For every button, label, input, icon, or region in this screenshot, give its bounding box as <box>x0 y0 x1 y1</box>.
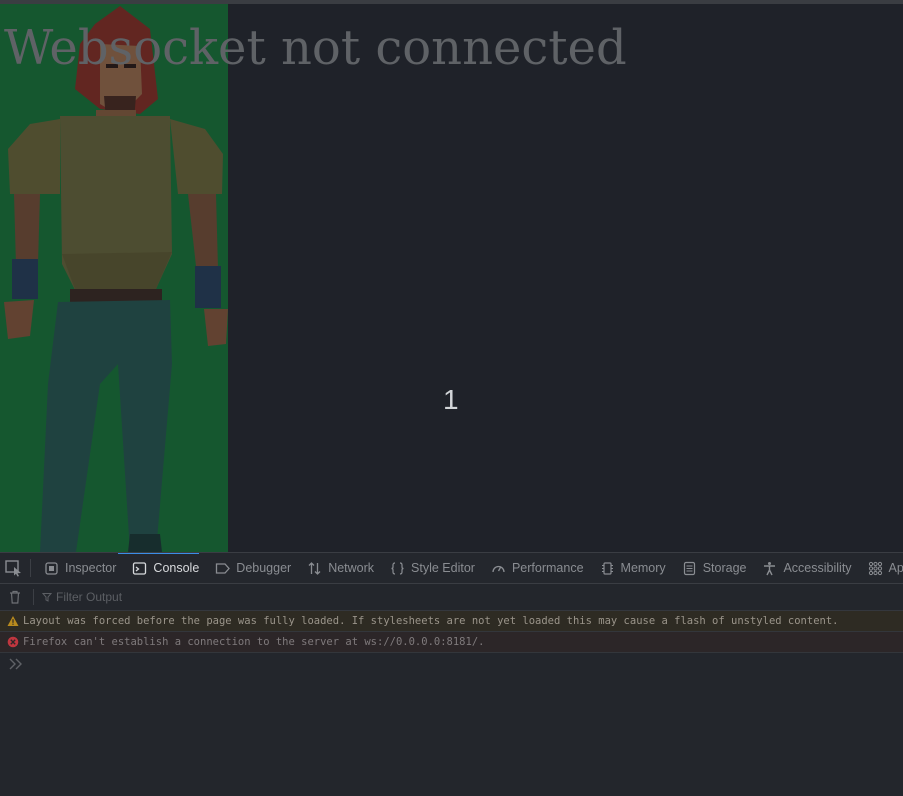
tab-label: Style Editor <box>411 561 475 575</box>
tab-label: Inspector <box>65 561 117 575</box>
tab-label: Storage <box>702 561 747 575</box>
console-messages: Layout was forced before the page was fu… <box>0 611 903 653</box>
tab-label: Accessibility <box>783 561 852 575</box>
devtools-toolbar: Inspector Console Debugger Network Style… <box>0 552 903 584</box>
tab-accessibility[interactable]: Accessibility <box>754 553 859 583</box>
inspector-icon <box>45 561 58 575</box>
network-icon <box>308 561 321 575</box>
storage-icon <box>683 561 695 575</box>
filter-icon <box>42 593 52 602</box>
character-model-image <box>4 6 228 552</box>
console-prompt-chevron-icon[interactable] <box>8 656 28 672</box>
error-icon <box>7 636 19 648</box>
counter-text: 1 <box>443 384 459 415</box>
filter-separator <box>33 589 34 605</box>
tab-label: Console <box>153 561 200 575</box>
message-text: Firefox can't establish a connection to … <box>23 636 485 648</box>
style-editor-icon <box>391 561 404 575</box>
tab-console[interactable]: Console <box>118 553 207 583</box>
console-message-warning[interactable]: Layout was forced before the page was fu… <box>0 611 903 632</box>
memory-icon <box>601 561 613 575</box>
tab-label: Ap <box>888 561 903 575</box>
more-tools-icon <box>868 561 882 575</box>
console-message-error[interactable]: Firefox can't establish a connection to … <box>0 632 903 653</box>
tab-label: Memory <box>620 561 666 575</box>
tab-performance[interactable]: Performance <box>483 553 592 583</box>
devtools-panel: Inspector Console Debugger Network Style… <box>0 552 903 796</box>
trash-icon[interactable] <box>7 589 23 605</box>
tab-storage[interactable]: Storage <box>674 553 755 583</box>
console-filter-bar <box>0 584 903 611</box>
game-canvas[interactable] <box>0 4 228 552</box>
toolbar-separator <box>30 559 31 577</box>
warning-icon <box>7 616 19 626</box>
tab-label: Network <box>328 561 375 575</box>
message-text: Layout was forced before the page was fu… <box>23 615 839 627</box>
element-picker-icon[interactable] <box>4 559 24 577</box>
tab-label: Performance <box>511 561 584 575</box>
tab-application[interactable]: Ap <box>860 553 903 583</box>
debugger-icon <box>216 562 231 574</box>
tab-debugger[interactable]: Debugger <box>207 553 299 583</box>
accessibility-icon <box>764 561 776 575</box>
tab-style-editor[interactable]: Style Editor <box>382 553 483 583</box>
devtools-tab-list: Inspector Console Debugger Network Style… <box>36 553 903 583</box>
console-icon <box>133 561 147 575</box>
performance-icon <box>492 565 505 572</box>
websocket-status-title: Websocket not connected <box>4 20 627 76</box>
tab-inspector[interactable]: Inspector <box>36 553 124 583</box>
filter-output-input[interactable] <box>52 590 356 604</box>
page-viewport: Websocket not connected 1 <box>0 4 903 552</box>
tab-network[interactable]: Network <box>299 553 382 583</box>
tab-label: Debugger <box>236 561 292 575</box>
tab-memory[interactable]: Memory <box>592 553 674 583</box>
